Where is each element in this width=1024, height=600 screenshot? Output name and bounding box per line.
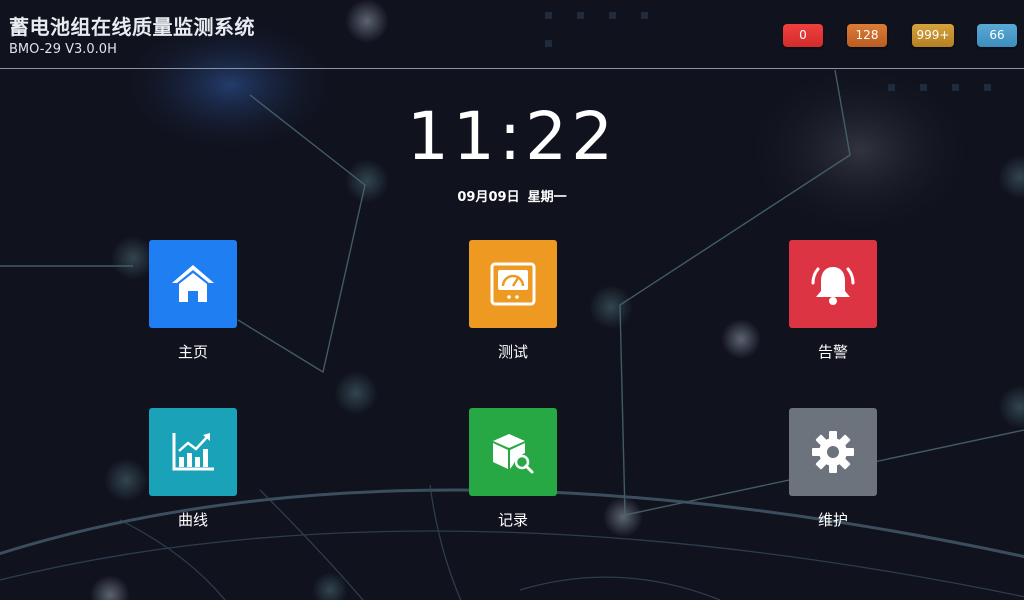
test-tile-box[interactable]	[469, 240, 557, 328]
header-bar: 蓄电池组在线质量监测系统 BMO-29 V3.0.0H 0 128 999+ 6…	[0, 0, 1024, 69]
clock-time: 11:22	[406, 98, 618, 175]
bell-icon	[811, 267, 855, 305]
maintenance-tile-box[interactable]	[789, 408, 877, 496]
weekday-text: 星期一	[527, 190, 567, 205]
menu-label-curve: 曲线	[177, 511, 208, 529]
menu-label-test: 测试	[497, 343, 528, 361]
badge-count-blue[interactable]: 66	[977, 24, 1017, 47]
menu-label-home: 主页	[177, 343, 208, 361]
menu-tile-test[interactable]: 测试	[469, 240, 557, 362]
menu-tile-curve[interactable]: 曲线	[149, 408, 237, 530]
home-icon	[172, 265, 214, 302]
menu-label-record: 记录	[497, 511, 528, 529]
menu-tile-maintenance[interactable]: 维护	[789, 408, 877, 530]
app-title: 蓄电池组在线质量监测系统	[9, 15, 255, 39]
menu-label-alarm: 告警	[817, 343, 848, 361]
home-tile-box[interactable]	[149, 240, 237, 328]
badge-count-gold[interactable]: 999+	[912, 24, 954, 47]
alarm-tile-box[interactable]	[789, 240, 877, 328]
menu-label-maintenance: 维护	[817, 511, 848, 529]
curve-tile-box[interactable]	[149, 408, 237, 496]
chart-icon	[172, 433, 214, 471]
gear-icon	[812, 431, 854, 473]
menu-tile-home[interactable]: 主页	[149, 240, 237, 362]
badge-count-red[interactable]: 0	[783, 24, 823, 47]
app-screen: 蓄电池组在线质量监测系统 BMO-29 V3.0.0H 0 128 999+ 6…	[0, 0, 1024, 600]
date-text: 09月09日	[457, 190, 520, 205]
app-version: BMO-29 V3.0.0H	[9, 42, 117, 57]
badge-count-orange[interactable]: 128	[847, 24, 887, 47]
date-row: 09月09日 星期一	[0, 186, 1024, 205]
menu-tile-alarm[interactable]: 告警	[789, 240, 877, 362]
menu-tile-record[interactable]: 记录	[469, 408, 557, 530]
record-tile-box[interactable]	[469, 408, 557, 496]
box-search-icon	[493, 434, 534, 474]
gauge-icon	[490, 262, 536, 306]
